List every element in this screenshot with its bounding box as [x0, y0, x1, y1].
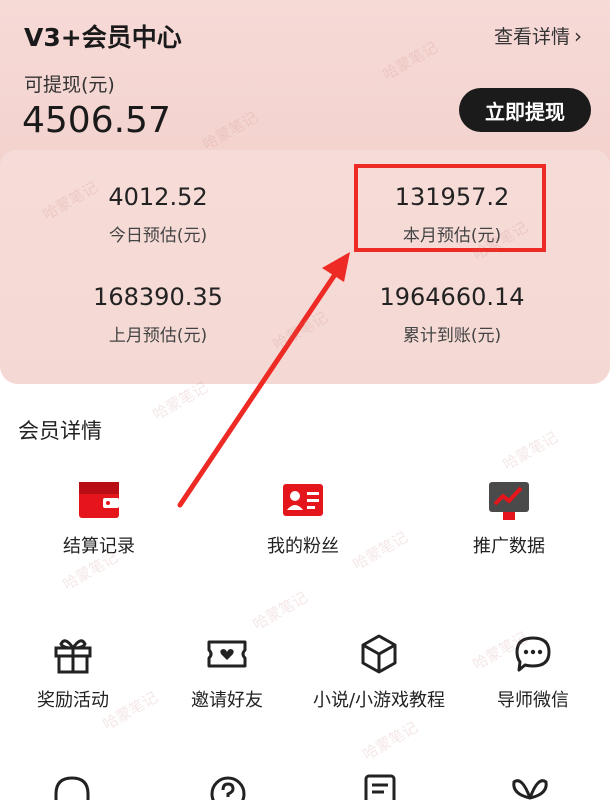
stat-label: 上月预估(元) — [108, 326, 208, 346]
watermark-text: 哈蒙笔记 — [359, 718, 421, 764]
headset-icon[interactable] — [50, 772, 94, 800]
grid-item-label: 推广数据 — [473, 536, 545, 557]
trend-chart-icon — [489, 482, 529, 520]
stat-value: 1964660.14 — [379, 283, 525, 311]
stat-label: 累计到账(元) — [402, 326, 502, 346]
document-icon[interactable] — [358, 772, 402, 800]
grid-item-label: 小说/小游戏教程 — [312, 690, 446, 711]
stat-cumulative: 1964660.14 累计到账(元) — [327, 283, 577, 346]
butterfly-icon[interactable] — [508, 772, 552, 800]
chevron-right-icon: › — [574, 23, 582, 48]
wallet-icon — [79, 482, 119, 518]
watermark-text: 哈蒙笔记 — [249, 588, 311, 634]
withdrawable-label: 可提现(元) — [24, 74, 115, 96]
withdraw-button[interactable]: 立即提现 — [459, 88, 591, 132]
my-fans-button[interactable]: 我的粉丝 — [228, 478, 378, 558]
grid-item-label: 邀请好友 — [191, 690, 263, 711]
stat-last-month: 168390.35 上月预估(元) — [33, 283, 283, 346]
cube-icon — [361, 634, 397, 674]
stat-label: 今日预估(元) — [108, 226, 208, 246]
watermark-text: 哈蒙笔记 — [499, 428, 561, 474]
member-details-title: 会员详情 — [18, 419, 102, 443]
gift-icon — [54, 639, 92, 674]
fans-card-icon — [283, 484, 323, 516]
withdrawable-amount: 4506.57 — [22, 100, 171, 141]
settlement-records-button[interactable]: 结算记录 — [24, 478, 174, 558]
ticket-heart-icon — [207, 640, 247, 668]
promotion-data-button[interactable]: 推广数据 — [434, 478, 584, 558]
help-icon[interactable] — [206, 772, 250, 800]
grid-item-label: 导师微信 — [497, 690, 569, 711]
view-details-label: 查看详情 — [493, 26, 570, 48]
view-details-link[interactable]: 查看详情 › — [494, 22, 582, 49]
novel-game-tutorial-button[interactable]: 小说/小游戏教程 — [304, 632, 454, 712]
page-title: V3+会员中心 — [24, 23, 182, 52]
stat-value: 168390.35 — [93, 283, 223, 311]
invite-friends-button[interactable]: 邀请好友 — [152, 632, 302, 712]
